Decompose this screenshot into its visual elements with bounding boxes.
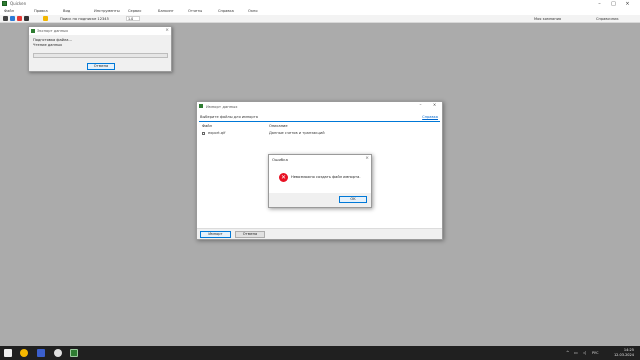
tray-chevron-icon[interactable]: ^ [566,350,569,355]
app-title: Quicken [10,1,27,6]
cancel-button[interactable]: Отмена [235,231,265,238]
toolbar: Поиск по подписке 12345 1.0 Моя компания… [0,15,640,23]
app-small-icon [199,104,203,108]
column-header-description: Описание [269,124,288,128]
progress-dialog-title: Экспорт данных [37,28,69,33]
network-icon[interactable]: ▭ [574,350,578,355]
ok-button[interactable]: OK [339,196,367,203]
chrome-icon[interactable] [54,349,62,357]
cancel-button[interactable]: Отмена [87,63,115,70]
browser-icon[interactable] [20,349,28,357]
menu-edit[interactable]: Правка [34,9,48,13]
progress-status-line1: Подготовка файла... [33,38,72,42]
column-header-file: Файл [202,124,212,128]
progress-bar [33,53,168,58]
stop-icon[interactable] [17,16,22,21]
menu-view[interactable]: Вид [63,9,70,13]
home-icon[interactable] [10,16,15,21]
file-explorer-icon[interactable] [37,349,45,357]
app-small-icon [31,28,35,33]
language-indicator[interactable]: РУС [592,351,598,355]
menu-reports[interactable]: Отчеты [188,9,202,13]
error-footer: OK [269,193,371,207]
error-message: Невозможно создать файл импорта. [291,175,361,179]
clock[interactable]: 14:25 12.03.2024 [614,348,634,357]
start-icon[interactable] [4,349,12,357]
close-icon[interactable]: × [165,28,169,33]
print-icon[interactable] [24,16,29,21]
menu-tools[interactable]: Инструменты [94,9,120,13]
import-subtitle: Выберите файлы для импорта [200,115,258,119]
file-description-cell: Данные счетов и транзакций [269,131,325,135]
file-name-cell: export.qif [208,131,226,135]
header-divider [199,121,440,122]
taskbar: ^ ▭ ◁ РУС 14:25 12.03.2024 [0,346,640,360]
error-dialog-title: Ошибка [272,157,288,162]
close-icon[interactable]: × [430,101,439,109]
menu-banking[interactable]: Банкинг [158,9,174,13]
menu-bar: Файл Правка Вид Инструменты Сервис Банки… [0,8,640,15]
app-logo-icon [2,1,7,6]
progress-status-line2: Чтение данных [33,43,63,47]
quicken-taskbar-icon[interactable] [70,349,78,357]
toolbar-field[interactable]: 1.0 [126,16,140,21]
error-dialog: Ошибка × ✕ Невозможно создать файл импор… [268,154,372,208]
file-checkbox[interactable] [202,131,205,135]
progress-dialog: Экспорт данных × Подготовка файла... Чте… [28,26,172,72]
volume-icon[interactable]: ◁ [583,350,586,355]
import-footer: Импорт Отмена [197,228,442,239]
close-icon[interactable]: × [623,0,632,8]
menu-window[interactable]: Окно [248,9,258,13]
minimize-icon[interactable]: – [416,101,425,109]
menu-service[interactable]: Сервис [128,9,141,13]
reference-link[interactable]: Справочник [596,17,619,21]
back-icon[interactable] [3,16,8,21]
close-icon[interactable]: × [365,156,369,161]
maximize-icon[interactable]: □ [609,0,618,8]
app-titlebar: Quicken – □ × [0,0,640,8]
progress-dialog-titlebar: Экспорт данных × [29,27,171,35]
minimize-icon[interactable]: – [595,0,604,8]
company-link[interactable]: Моя компания [534,17,561,21]
toolbar-label: Поиск по подписке 12345 [60,16,109,21]
help-link[interactable]: Справка [422,115,438,119]
error-icon: ✕ [279,173,288,182]
clock-date: 12.03.2024 [613,352,634,357]
import-button[interactable]: Импорт [200,231,231,238]
import-window-title: Импорт данных [206,104,238,109]
menu-help[interactable]: Справка [218,9,234,13]
folder-icon[interactable] [43,16,48,21]
menu-file[interactable]: Файл [4,9,14,13]
